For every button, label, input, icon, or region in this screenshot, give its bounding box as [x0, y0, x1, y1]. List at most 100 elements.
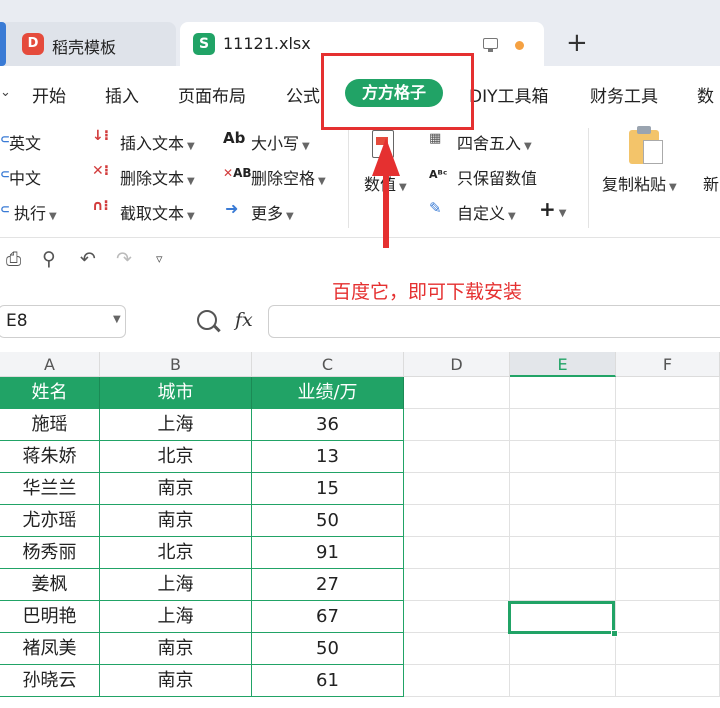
monitor-icon[interactable]	[483, 38, 498, 52]
new-tab-button[interactable]: +	[566, 28, 588, 58]
empty-cell[interactable]	[616, 569, 720, 601]
ribbon-copy-paste[interactable]: 复制粘贴 ▼	[602, 171, 677, 195]
empty-cell[interactable]	[510, 537, 616, 569]
empty-cell[interactable]	[616, 505, 720, 537]
table-cell[interactable]: 南京	[100, 473, 252, 505]
table-cell[interactable]: 36	[252, 409, 404, 441]
empty-cell[interactable]	[510, 633, 616, 665]
ribbon-chinese[interactable]: 中文	[9, 165, 41, 189]
empty-cell[interactable]	[404, 473, 510, 505]
table-cell[interactable]: 施瑶	[0, 409, 100, 441]
table-cell[interactable]: 27	[252, 569, 404, 601]
customize-dropdown-icon[interactable]: ▿	[156, 252, 163, 267]
empty-cell[interactable]	[616, 377, 720, 409]
print-preview-icon[interactable]: ⚲	[42, 248, 56, 270]
empty-cell[interactable]	[616, 441, 720, 473]
ribbon-execute[interactable]: 执行 ▼	[14, 200, 57, 224]
ribbon-insert-text[interactable]: 插入文本 ▼	[120, 130, 195, 154]
table-cell[interactable]: 南京	[100, 505, 252, 537]
menu-start[interactable]: 开始	[32, 82, 66, 107]
empty-cell[interactable]	[616, 601, 720, 633]
empty-cell[interactable]	[404, 665, 510, 697]
menu-diy-toolbox[interactable]: DIY工具箱	[469, 82, 549, 107]
table-cell[interactable]: 50	[252, 505, 404, 537]
menu-finance-tools[interactable]: 财务工具	[590, 82, 658, 107]
empty-cell[interactable]	[510, 377, 616, 409]
empty-cell[interactable]	[616, 409, 720, 441]
header-cell-name[interactable]: 姓名	[0, 377, 100, 409]
table-cell[interactable]: 巴明艳	[0, 601, 100, 633]
table-cell[interactable]: 13	[252, 441, 404, 473]
empty-cell[interactable]	[616, 537, 720, 569]
ribbon-keep-number[interactable]: 只保留数值	[457, 165, 537, 189]
empty-cell[interactable]	[510, 505, 616, 537]
empty-cell[interactable]	[404, 409, 510, 441]
ribbon-add-button[interactable]: + ▼	[539, 197, 566, 221]
empty-cell[interactable]	[616, 633, 720, 665]
header-cell-city[interactable]: 城市	[100, 377, 252, 409]
empty-cell[interactable]	[510, 569, 616, 601]
table-cell[interactable]: 南京	[100, 633, 252, 665]
table-cell[interactable]: 蒋朱娇	[0, 441, 100, 473]
table-cell[interactable]: 15	[252, 473, 404, 505]
empty-cell[interactable]	[510, 441, 616, 473]
fx-icon[interactable]: fx	[235, 309, 253, 331]
column-header-e[interactable]: E	[510, 352, 616, 377]
empty-cell[interactable]	[510, 665, 616, 697]
ribbon-case[interactable]: 大小写 ▼	[251, 130, 310, 154]
fill-handle[interactable]	[611, 630, 618, 637]
table-cell[interactable]: 上海	[100, 569, 252, 601]
column-header-a[interactable]: A	[0, 352, 100, 377]
undo-icon[interactable]: ↶	[80, 248, 96, 270]
table-cell[interactable]: 67	[252, 601, 404, 633]
empty-cell[interactable]	[616, 473, 720, 505]
empty-cell[interactable]	[404, 377, 510, 409]
table-cell[interactable]: 50	[252, 633, 404, 665]
ribbon-delete-text[interactable]: 删除文本 ▼	[120, 165, 195, 189]
selected-cell-e8[interactable]	[508, 601, 615, 634]
table-cell[interactable]: 61	[252, 665, 404, 697]
column-header-f[interactable]: F	[616, 352, 720, 377]
table-cell[interactable]: 北京	[100, 441, 252, 473]
table-cell[interactable]: 华兰兰	[0, 473, 100, 505]
table-cell[interactable]: 尤亦瑶	[0, 505, 100, 537]
empty-cell[interactable]	[404, 537, 510, 569]
ribbon-more[interactable]: 更多 ▼	[251, 200, 294, 224]
empty-cell[interactable]	[404, 633, 510, 665]
menu-data-partial[interactable]: 数	[697, 82, 714, 107]
table-cell[interactable]: 杨秀丽	[0, 537, 100, 569]
empty-cell[interactable]	[616, 665, 720, 697]
zoom-icon[interactable]	[197, 310, 217, 330]
ribbon-round[interactable]: 四舍五入 ▼	[457, 130, 532, 154]
empty-cell[interactable]	[404, 505, 510, 537]
table-cell[interactable]: 孙晓云	[0, 665, 100, 697]
table-cell[interactable]: 褚凤美	[0, 633, 100, 665]
formula-input[interactable]	[268, 305, 720, 338]
chevron-down-icon[interactable]: ▼	[113, 314, 121, 325]
redo-icon[interactable]: ↷	[116, 248, 132, 270]
empty-cell[interactable]	[404, 441, 510, 473]
menu-insert[interactable]: 插入	[105, 82, 139, 107]
column-header-d[interactable]: D	[404, 352, 510, 377]
table-cell[interactable]: 南京	[100, 665, 252, 697]
empty-cell[interactable]	[404, 569, 510, 601]
table-cell[interactable]: 上海	[100, 409, 252, 441]
menu-formula[interactable]: 公式	[286, 82, 320, 107]
table-cell[interactable]: 北京	[100, 537, 252, 569]
empty-cell[interactable]	[404, 601, 510, 633]
column-header-b[interactable]: B	[100, 352, 252, 377]
print-icon[interactable]: ⎙	[6, 248, 21, 270]
ribbon-extract-text[interactable]: 截取文本 ▼	[120, 200, 195, 224]
ribbon-custom[interactable]: 自定义 ▼	[457, 200, 516, 224]
menu-page-layout[interactable]: 页面布局	[178, 82, 246, 107]
table-cell[interactable]: 91	[252, 537, 404, 569]
empty-cell[interactable]	[510, 473, 616, 505]
column-header-c[interactable]: C	[252, 352, 404, 377]
table-cell[interactable]: 姜枫	[0, 569, 100, 601]
table-cell[interactable]: 上海	[100, 601, 252, 633]
chevron-down-icon[interactable]: ⌄	[0, 85, 11, 100]
header-cell-performance[interactable]: 业绩/万	[252, 377, 404, 409]
ribbon-english[interactable]: 英文	[9, 130, 41, 154]
empty-cell[interactable]	[510, 409, 616, 441]
ribbon-new-partial[interactable]: 新	[703, 171, 719, 195]
